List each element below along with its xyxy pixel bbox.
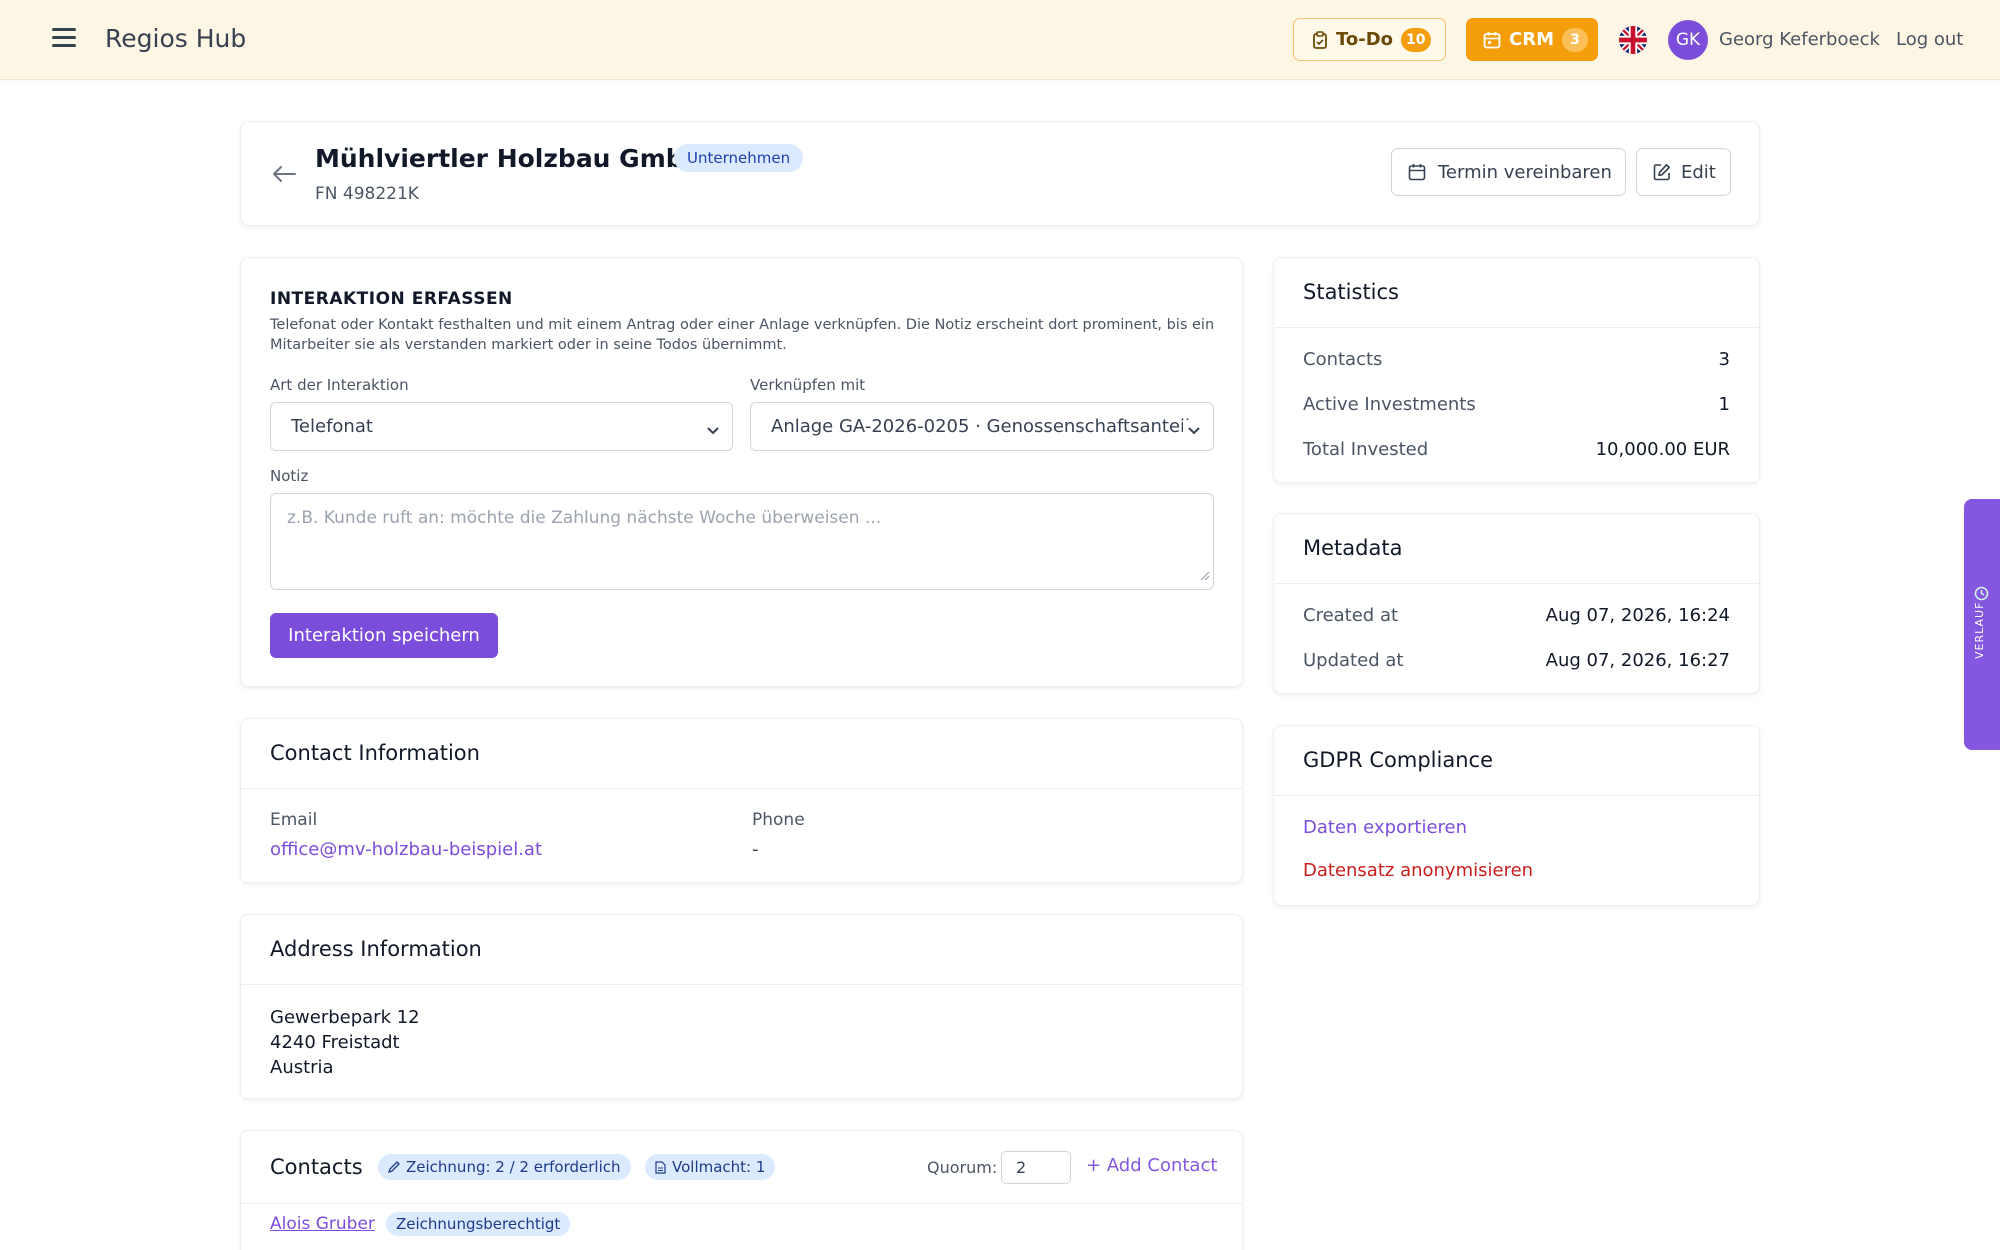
company-type-badge: Unternehmen — [674, 144, 804, 172]
edit-icon — [1653, 163, 1671, 181]
signing-authority-tag: Zeichnungsberechtigt — [386, 1212, 571, 1236]
menu-icon[interactable] — [52, 28, 76, 48]
stat-invested-row: Total Invested 10,000.00 EUR — [1303, 439, 1730, 469]
signing-status-label: Zeichnung: 2 / 2 erforderlich — [406, 1158, 621, 1176]
contact-row: Alois Gruber Zeichnungsberechtigt — [241, 1204, 1242, 1250]
stat-invested-label: Total Invested — [1303, 439, 1429, 460]
contacts-card: Contacts Zeichnung: 2 / 2 erforderlich V… — [240, 1130, 1243, 1250]
avatar[interactable]: GK — [1668, 20, 1708, 60]
address-country: Austria — [270, 1057, 334, 1078]
uk-flag-icon[interactable] — [1619, 26, 1647, 54]
stat-investments-row: Active Investments 1 — [1303, 394, 1730, 424]
crm-label: CRM — [1509, 29, 1554, 50]
interaction-title: INTERAKTION ERFASSEN — [270, 289, 513, 309]
logout-link[interactable]: Log out — [1896, 29, 1963, 50]
interaction-description: Telefonat oder Kontakt festhalten und mi… — [270, 317, 1215, 353]
contacts-header: Contacts Zeichnung: 2 / 2 erforderlich V… — [241, 1131, 1242, 1204]
crm-button[interactable]: CRM 3 — [1466, 18, 1598, 61]
updated-row: Updated at Aug 07, 2026, 16:27 — [1303, 650, 1730, 680]
contact-information-title: Contact Information — [241, 719, 1242, 789]
interaction-type-select[interactable]: Telefonat — [270, 402, 733, 451]
gdpr-card: GDPR Compliance Daten exportieren Datens… — [1273, 725, 1760, 906]
company-name: Mühlviertler Holzbau GmbH — [315, 144, 705, 173]
interaction-type-label: Art der Interaktion — [270, 376, 409, 394]
calendar-icon — [1483, 31, 1501, 49]
stat-contacts-value: 3 — [1718, 349, 1730, 370]
quorum-input[interactable]: 2 — [1001, 1151, 1071, 1184]
stat-investments-label: Active Investments — [1303, 394, 1476, 415]
clock-icon — [1974, 586, 1989, 601]
resize-handle-icon[interactable] — [1200, 566, 1210, 586]
power-of-attorney-label: Vollmacht: 1 — [672, 1158, 766, 1176]
email-label: Email — [270, 810, 318, 830]
interaction-type-value: Telefonat — [291, 416, 373, 437]
history-side-tab[interactable]: VERLAUF — [1964, 499, 2000, 750]
statistics-title: Statistics — [1274, 258, 1759, 328]
created-row: Created at Aug 07, 2026, 16:24 — [1303, 605, 1730, 635]
stat-contacts-row: Contacts 3 — [1303, 349, 1730, 379]
add-contact-link[interactable]: + Add Contact — [1086, 1155, 1217, 1176]
company-header-card: Mühlviertler Holzbau GmbH Unternehmen FN… — [240, 121, 1760, 226]
todo-button[interactable]: To-Do 10 — [1293, 18, 1446, 61]
clipboard-icon — [1312, 30, 1328, 49]
metadata-title: Metadata — [1274, 514, 1759, 584]
power-of-attorney-tag: Vollmacht: 1 — [645, 1154, 776, 1180]
phone-value: - — [752, 839, 759, 860]
contact-name-link[interactable]: Alois Gruber — [270, 1214, 375, 1234]
link-with-select[interactable]: Anlage GA-2026-0205 · Genossenschaftsant… — [750, 402, 1214, 451]
phone-label: Phone — [752, 810, 805, 830]
document-icon — [655, 1160, 666, 1174]
signing-status-tag: Zeichnung: 2 / 2 erforderlich — [378, 1154, 631, 1180]
quorum-label: Quorum: — [927, 1158, 998, 1177]
edit-label: Edit — [1681, 161, 1716, 183]
updated-label: Updated at — [1303, 650, 1404, 671]
created-value: Aug 07, 2026, 16:24 — [1545, 605, 1730, 626]
contacts-title: Contacts — [270, 1155, 363, 1179]
export-data-link[interactable]: Daten exportieren — [1303, 817, 1467, 838]
chevron-down-icon — [1183, 420, 1201, 441]
statistics-card: Statistics Contacts 3 Active Investments… — [1273, 257, 1760, 483]
link-with-value: Anlage GA-2026-0205 · Genossenschaftsant… — [771, 416, 1191, 437]
schedule-appointment-label: Termin vereinbaren — [1438, 161, 1612, 183]
pencil-icon — [388, 1161, 400, 1173]
calendar-icon — [1408, 163, 1426, 181]
anonymize-record-link[interactable]: Datensatz anonymisieren — [1303, 860, 1533, 881]
gdpr-title: GDPR Compliance — [1274, 726, 1759, 796]
note-textarea[interactable]: z.B. Kunde ruft an: möchte die Zahlung n… — [270, 493, 1214, 590]
address-information-title: Address Information — [241, 915, 1242, 985]
history-tab-label: VERLAUF — [1973, 601, 1986, 659]
metadata-card: Metadata Created at Aug 07, 2026, 16:24 … — [1273, 513, 1760, 694]
interaction-form-card: INTERAKTION ERFASSEN Telefonat oder Kont… — [240, 257, 1243, 687]
crm-count-badge: 3 — [1561, 27, 1588, 52]
address-information-card: Address Information Gewerbepark 12 4240 … — [240, 914, 1243, 1099]
stat-contacts-label: Contacts — [1303, 349, 1383, 370]
save-interaction-button[interactable]: Interaktion speichern — [270, 613, 498, 658]
link-with-label: Verknüpfen mit — [750, 376, 866, 394]
todo-count-badge: 10 — [1401, 27, 1431, 52]
app-title: Regios Hub — [105, 24, 247, 53]
back-arrow-icon[interactable] — [271, 164, 297, 188]
user-name[interactable]: Georg Keferboeck — [1719, 29, 1880, 50]
note-label: Notiz — [270, 467, 309, 485]
schedule-appointment-button[interactable]: Termin vereinbaren — [1391, 148, 1626, 196]
stat-investments-value: 1 — [1718, 394, 1730, 415]
edit-button[interactable]: Edit — [1636, 148, 1731, 196]
signing-authority-label: Zeichnungsberechtigt — [396, 1215, 561, 1233]
address-street: Gewerbepark 12 — [270, 1007, 420, 1028]
email-link[interactable]: office@mv-holzbau-beispiel.at — [270, 839, 542, 860]
contact-information-card: Contact Information Email office@mv-holz… — [240, 718, 1243, 883]
chevron-down-icon — [706, 420, 720, 441]
company-registration-number: FN 498221K — [315, 184, 419, 204]
stat-invested-value: 10,000.00 EUR — [1595, 439, 1730, 460]
updated-value: Aug 07, 2026, 16:27 — [1545, 650, 1730, 671]
note-placeholder: z.B. Kunde ruft an: möchte die Zahlung n… — [287, 508, 882, 528]
todo-label: To-Do — [1336, 29, 1394, 50]
top-bar: Regios Hub To-Do 10 CRM 3 GK Georg Kefer… — [0, 0, 2000, 80]
address-city: 4240 Freistadt — [270, 1032, 400, 1053]
created-label: Created at — [1303, 605, 1399, 626]
